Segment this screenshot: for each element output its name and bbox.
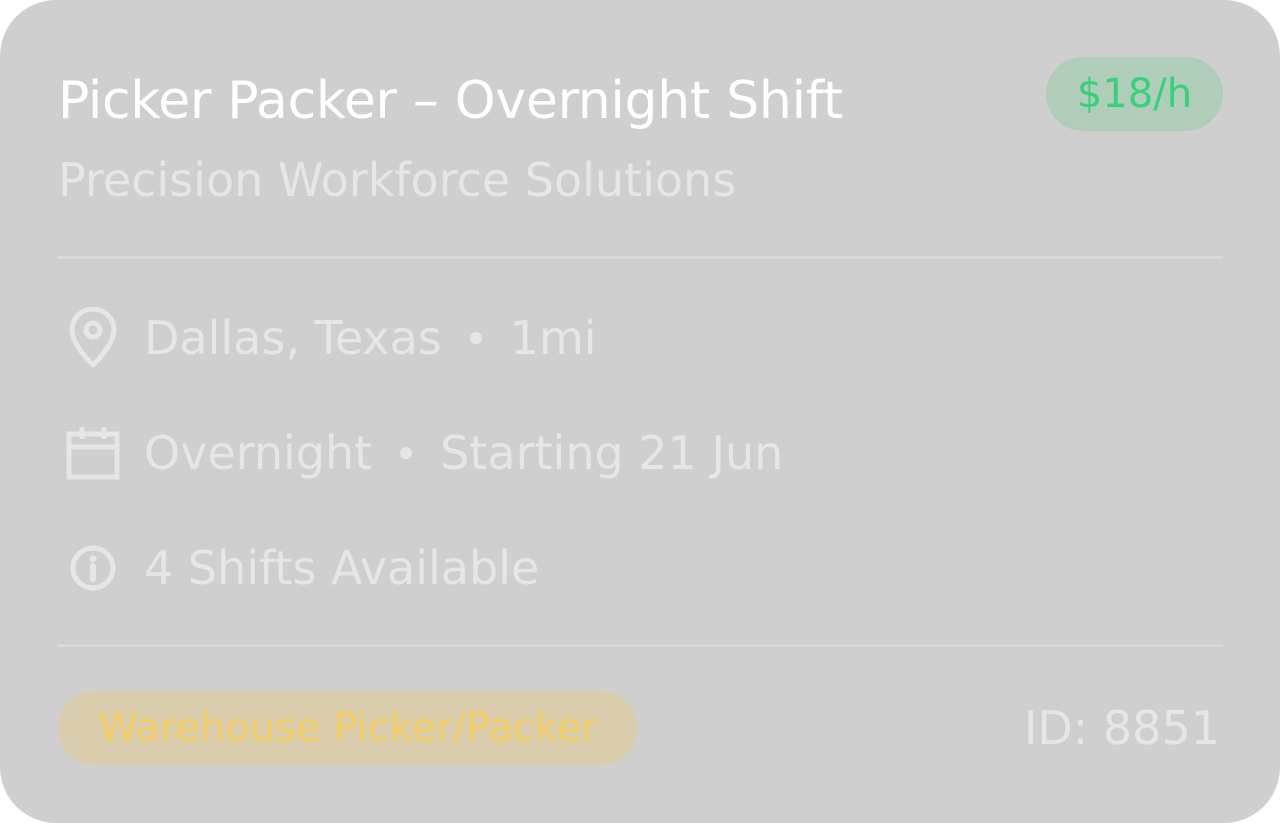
divider <box>58 256 1223 259</box>
job-title: Picker Packer – Overnight Shift <box>58 71 843 131</box>
location-text: Dallas, Texas <box>144 311 442 365</box>
pay-rate-badge: $18/h <box>1046 57 1223 131</box>
shifts-row: 4 Shifts Available <box>58 536 539 600</box>
start-date-text: Starting 21 Jun <box>440 426 784 480</box>
info-icon <box>58 536 128 600</box>
map-pin-icon <box>58 306 128 370</box>
separator-dot <box>469 332 482 344</box>
calendar-icon <box>58 421 128 485</box>
location-row: Dallas, Texas 1mi <box>58 306 597 370</box>
shift-type-text: Overnight <box>144 426 373 480</box>
job-id: ID: 8851 <box>1023 701 1220 755</box>
divider <box>58 644 1223 647</box>
distance-text: 1mi <box>509 311 597 365</box>
schedule-row: Overnight Starting 21 Jun <box>58 421 783 485</box>
separator-dot <box>400 447 413 459</box>
category-tag: Warehouse Picker/Packer <box>58 691 638 765</box>
job-card[interactable]: Picker Packer – Overnight Shift Precisio… <box>0 0 1280 823</box>
shifts-available-text: 4 Shifts Available <box>144 541 540 595</box>
company-name: Precision Workforce Solutions <box>58 153 737 207</box>
